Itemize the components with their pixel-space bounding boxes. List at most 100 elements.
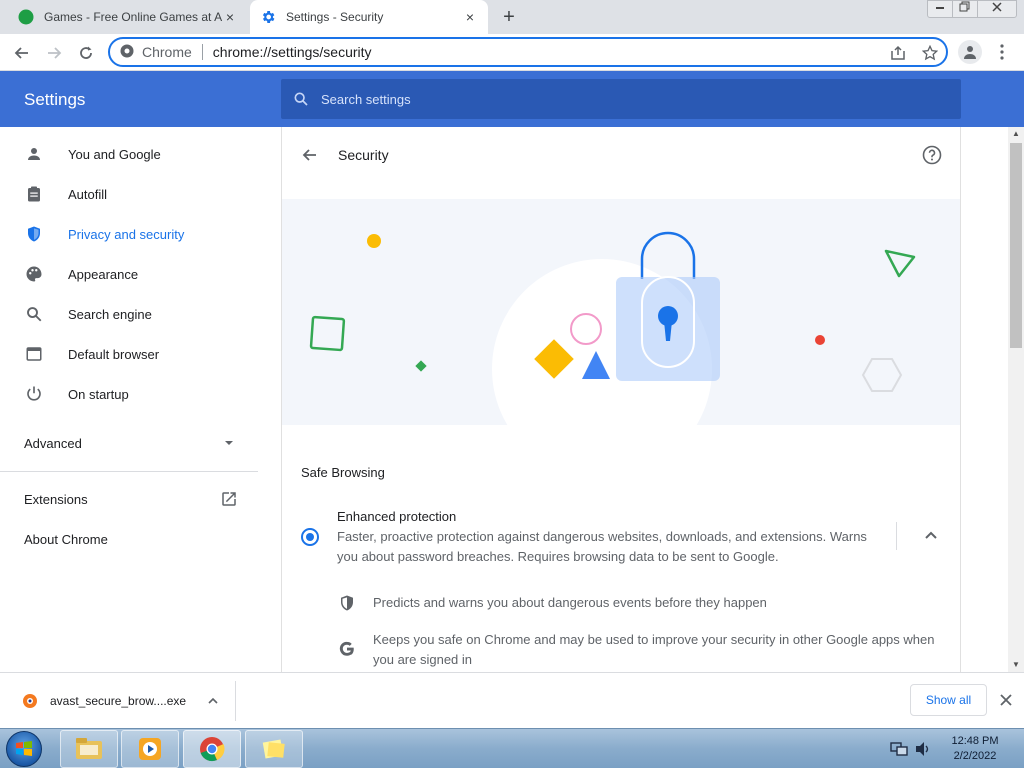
window-restore-button[interactable] [952,0,978,18]
scroll-up-arrow-icon[interactable]: ▲ [1008,127,1024,141]
taskbar-media-button[interactable] [121,730,179,768]
sidebar-item-search-engine[interactable]: Search engine [0,294,280,334]
bookmark-star-icon[interactable] [920,43,940,63]
help-icon[interactable] [922,145,942,165]
enhanced-protection-desc: Faster, proactive protection against dan… [337,529,867,564]
settings-gear-icon [260,9,276,25]
address-bar[interactable]: Chrome chrome://settings/security [108,37,948,67]
security-card: Security Safe Browsing Enhanced protecti… [281,127,961,672]
sidebar-item-label: On startup [68,386,129,402]
external-link-icon [222,492,236,506]
windows-taskbar: 12:48 PM 2/2/2022 [0,728,1024,768]
safe-browsing-label: Safe Browsing [301,465,385,480]
network-icon[interactable] [890,741,908,757]
settings-sidebar: You and Google Autofill Privacy and secu… [0,127,280,672]
media-player-icon [139,738,161,760]
enhanced-protection-radio[interactable] [301,528,319,546]
tab-close-icon[interactable]: × [222,9,238,25]
shield-icon [24,224,44,244]
feature-item: Predicts and warns you about dangerous e… [337,593,937,613]
sidebar-item-about-chrome[interactable]: About Chrome [24,527,238,551]
scroll-thumb[interactable] [1010,143,1022,348]
chrome-site-icon [120,44,134,61]
tab-strip: Games - Free Online Games at A × Setting… [0,0,1024,34]
system-clock[interactable]: 12:48 PM 2/2/2022 [945,734,1005,764]
feature-text: Keeps you safe on Chrome and may be used… [373,632,935,667]
download-filename: avast_secure_brow....exe [50,694,187,708]
profile-avatar-icon[interactable] [958,40,982,64]
sidebar-item-appearance[interactable]: Appearance [0,254,280,294]
vertical-separator [896,522,897,550]
clock-time: 12:48 PM [951,735,999,747]
download-item[interactable]: avast_secure_brow....exe [12,681,236,721]
taskbar-explorer-button[interactable] [60,730,118,768]
scroll-down-arrow-icon[interactable]: ▼ [1008,658,1024,672]
security-illustration [282,199,960,479]
sidebar-item-label: Search engine [68,306,152,322]
back-arrow-icon[interactable] [300,145,320,165]
show-all-button[interactable]: Show all [910,684,987,716]
settings-title: Settings [24,90,86,109]
close-icon[interactable] [996,690,1016,710]
palette-icon [24,264,44,284]
browser-toolbar: Chrome chrome://settings/security [0,34,1024,71]
shield-small-icon [337,593,357,613]
avast-file-icon [20,691,40,711]
chevron-up-icon[interactable] [203,695,223,707]
sidebar-item-autofill[interactable]: Autofill [0,174,280,214]
sidebar-item-label: You and Google [68,146,161,162]
window-close-button[interactable] [977,0,1017,18]
sidebar-item-default-browser[interactable]: Default browser [0,334,280,374]
page-title: Security [338,147,389,163]
clipboard-icon [24,184,44,204]
advanced-label: Advanced [24,435,82,451]
sidebar-item-label: Appearance [68,266,139,282]
power-icon [24,384,44,404]
chrome-logo-icon [200,737,225,762]
downloads-bar: avast_secure_brow....exe Show all [0,672,1024,728]
chevron-up-icon[interactable] [922,527,940,545]
sidebar-item-extensions[interactable]: Extensions [24,487,238,511]
taskbar-notes-button[interactable] [245,730,303,768]
enhanced-protection-title: Enhanced protection [337,509,457,524]
about-label: About Chrome [24,531,108,547]
tab-settings-security[interactable]: Settings - Security × [250,0,488,34]
back-button[interactable] [9,40,35,66]
feature-item: Keeps you safe on Chrome and may be used… [337,630,937,670]
url-text[interactable]: chrome://settings/security [213,44,372,60]
omnibox-separator [201,44,203,60]
forward-button[interactable] [41,40,67,66]
share-icon[interactable] [888,43,908,63]
window-minimize-button[interactable] [927,0,953,18]
feature-text: Predicts and warns you about dangerous e… [373,595,767,610]
search-icon [294,92,308,106]
start-button[interactable] [6,731,42,767]
google-g-icon [337,639,357,659]
volume-icon[interactable] [914,741,932,757]
person-icon [24,144,44,164]
sidebar-item-privacy-and-security[interactable]: Privacy and security [0,214,280,254]
sidebar-advanced-toggle[interactable]: Advanced [24,431,234,455]
clock-date: 2/2/2022 [953,750,997,762]
tab-close-icon[interactable]: × [462,9,478,25]
windows-logo-icon [16,741,32,756]
tab-title: Games - Free Online Games at A [44,10,222,24]
sidebar-item-label: Default browser [68,346,160,362]
sidebar-item-label: Autofill [68,186,108,202]
page-scrollbar[interactable]: ▲ ▼ [1008,127,1024,672]
sidebar-item-you-and-google[interactable]: You and Google [0,134,280,174]
menu-kebab-icon[interactable] [992,40,1012,64]
games-favicon-icon [18,9,34,25]
sticky-notes-icon [262,739,285,759]
search-icon [24,304,44,324]
sidebar-item-on-startup[interactable]: On startup [0,374,280,414]
extensions-label: Extensions [24,491,88,507]
new-tab-button[interactable]: + [498,6,520,28]
sidebar-divider [0,471,258,472]
settings-search-input[interactable]: Search settings [281,79,961,119]
settings-header: Settings Search settings [0,71,1024,127]
reload-button[interactable] [73,40,99,66]
taskbar-chrome-button[interactable] [183,730,241,768]
tab-games[interactable]: Games - Free Online Games at A × [8,0,248,34]
browser-icon [24,344,44,364]
